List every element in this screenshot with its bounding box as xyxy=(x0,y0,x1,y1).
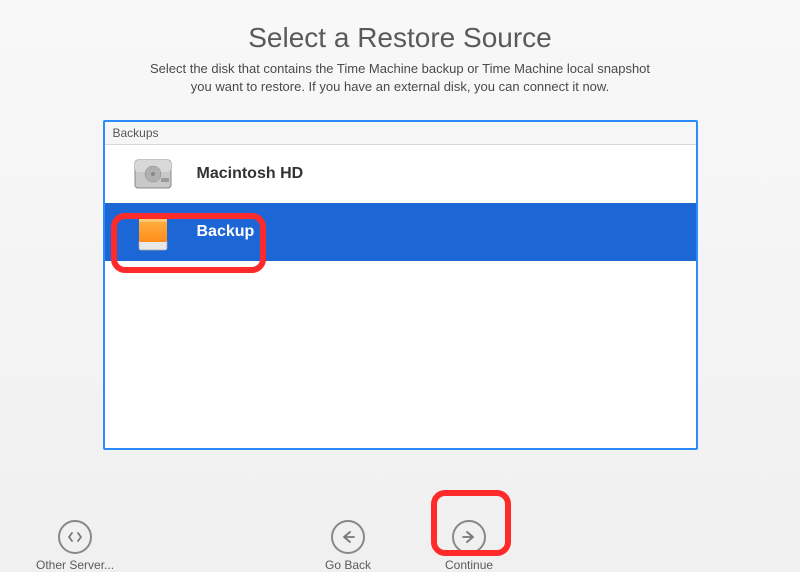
arrow-left-icon xyxy=(331,520,365,554)
list-item-label: Backup xyxy=(197,223,255,241)
list-item-macintosh-hd[interactable]: Macintosh HD xyxy=(105,145,696,203)
other-server-icon xyxy=(58,520,92,554)
disk-list: Macintosh HD xyxy=(105,145,696,448)
other-server-button[interactable]: Other Server... xyxy=(36,520,114,572)
arrow-right-icon xyxy=(452,520,486,554)
go-back-label: Go Back xyxy=(325,558,371,572)
continue-button[interactable]: Continue xyxy=(445,520,493,572)
internal-disk-icon xyxy=(131,152,175,196)
other-server-label: Other Server... xyxy=(36,558,114,572)
subtitle-line-2: you want to restore. If you have an exte… xyxy=(191,79,609,94)
subtitle-line-1: Select the disk that contains the Time M… xyxy=(150,61,650,76)
go-back-button[interactable]: Go Back xyxy=(325,520,371,572)
panel-header-label: Backups xyxy=(105,122,696,145)
external-disk-icon xyxy=(131,210,175,254)
list-item-backup[interactable]: Backup xyxy=(105,203,696,261)
continue-label: Continue xyxy=(445,558,493,572)
list-item-label: Macintosh HD xyxy=(197,165,304,183)
restore-source-panel: Backups Macintosh HD xyxy=(103,120,698,450)
page-title: Select a Restore Source xyxy=(248,22,552,54)
page-subtitle: Select the disk that contains the Time M… xyxy=(150,60,650,96)
